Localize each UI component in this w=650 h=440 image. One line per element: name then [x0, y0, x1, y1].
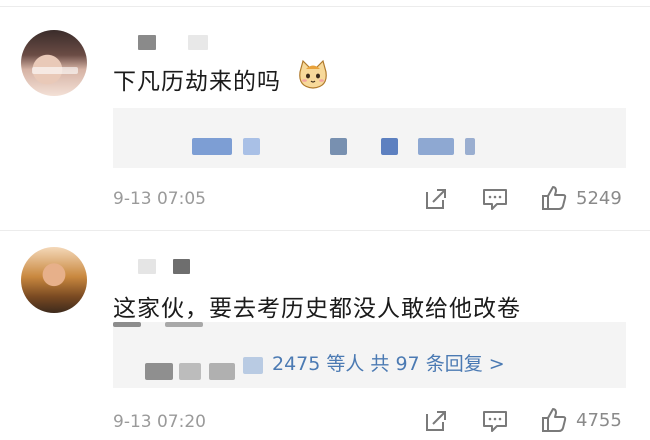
- avatar[interactable]: [21, 247, 87, 313]
- avatar[interactable]: [21, 30, 87, 96]
- share-icon[interactable]: [422, 185, 450, 213]
- comment-text: 这家伙，要去考历史都没人敢给他改卷: [113, 296, 521, 322]
- cat-face-icon: [296, 59, 330, 91]
- timestamp: 9-13 07:20: [113, 412, 206, 432]
- username-blurred[interactable]: [138, 35, 156, 50]
- comment-icon[interactable]: [481, 185, 509, 213]
- comment-text: 下凡历劫来的吗: [113, 69, 281, 95]
- timestamp: 9-13 07:05: [113, 189, 206, 209]
- username-blurred[interactable]: [138, 259, 156, 274]
- replies-link[interactable]: 2475 等人 共 97 条回复 >: [272, 349, 505, 376]
- like-count: 4755: [576, 410, 622, 431]
- quoted-post[interactable]: [113, 108, 626, 168]
- like-count: 5249: [576, 188, 622, 209]
- thumbs-up-icon[interactable]: [540, 184, 568, 212]
- comment-divider: [0, 230, 650, 231]
- top-divider: [0, 6, 650, 7]
- share-icon[interactable]: [422, 407, 450, 435]
- comment-icon[interactable]: [481, 407, 509, 435]
- thumbs-up-icon[interactable]: [540, 406, 568, 434]
